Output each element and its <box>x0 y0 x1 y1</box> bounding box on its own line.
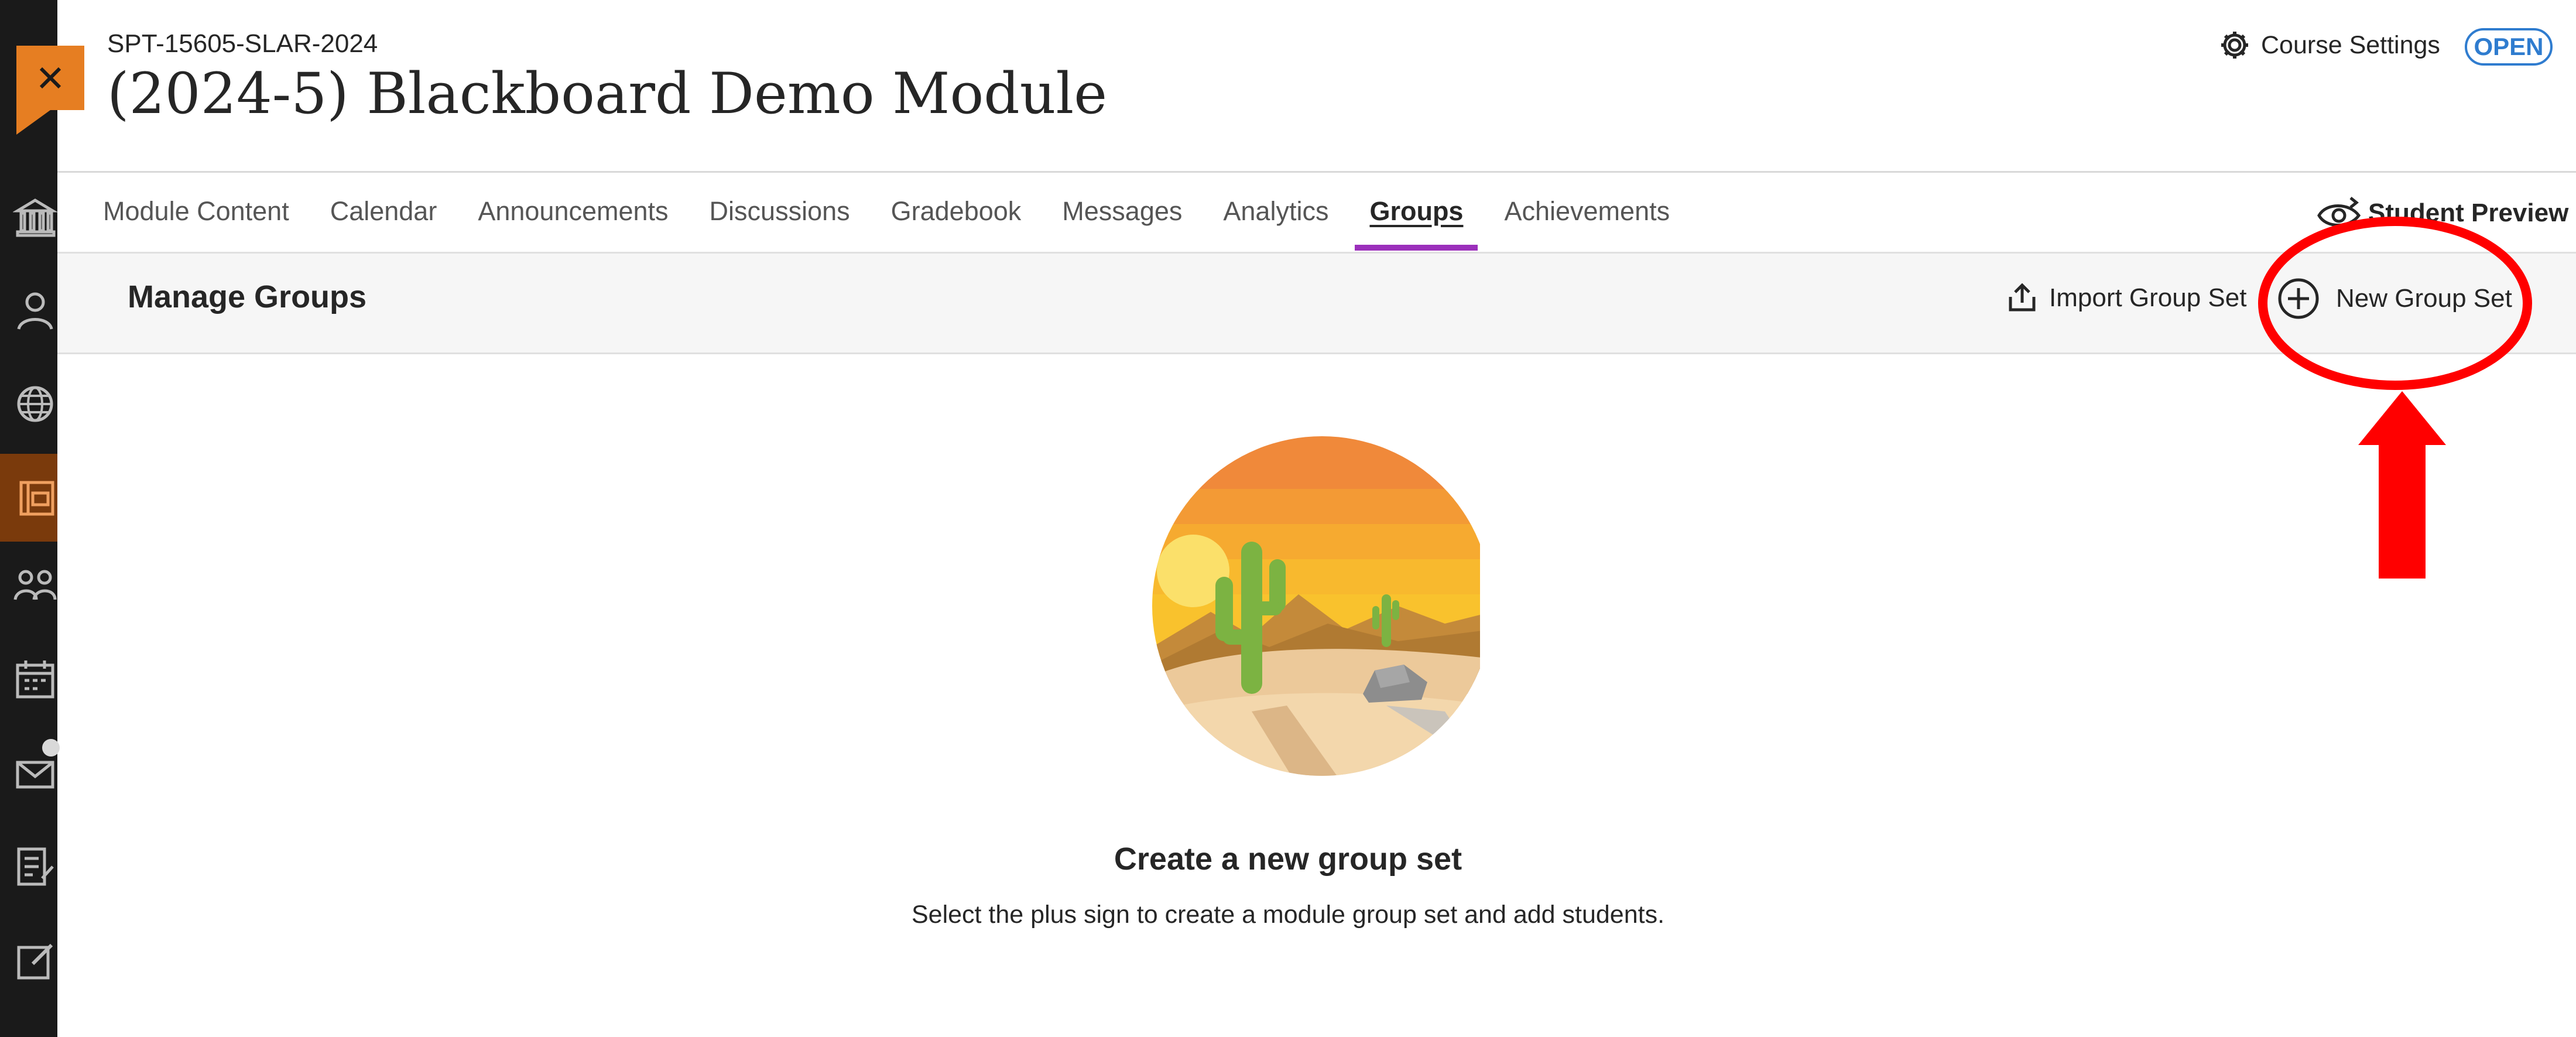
left-nav-rail <box>0 0 60 1037</box>
tab-discussions[interactable]: Discussions <box>689 192 871 251</box>
manage-groups-title: Manage Groups <box>128 279 367 314</box>
tab-announcements[interactable]: Announcements <box>457 192 688 251</box>
upload-icon <box>2009 283 2036 312</box>
tab-gradebook[interactable]: Gradebook <box>871 192 1042 251</box>
course-settings-label: Course Settings <box>2261 30 2440 59</box>
course-tabs: Module Content Calendar Announcements Di… <box>103 192 1690 251</box>
edit-icon[interactable] <box>13 937 57 984</box>
annotation-arrow <box>2358 391 2446 579</box>
messages-icon[interactable] <box>13 749 57 796</box>
tab-calendar[interactable]: Calendar <box>310 192 458 251</box>
course-code: SPT-15605-SLAR-2024 <box>107 29 378 58</box>
tab-groups[interactable]: Groups <box>1349 192 1484 251</box>
groups-icon[interactable] <box>13 562 57 609</box>
empty-state-description: Select the plus sign to create a module … <box>911 901 1665 929</box>
globe-icon[interactable] <box>13 381 57 427</box>
tab-analytics[interactable]: Analytics <box>1203 192 1349 251</box>
highlight-ellipse <box>2258 217 2532 390</box>
import-group-set-label: Import Group Set <box>2049 283 2247 312</box>
close-course-button[interactable] <box>16 46 84 135</box>
empty-state-illustration <box>1152 436 1480 776</box>
profile-icon[interactable] <box>13 287 57 334</box>
institution-icon[interactable] <box>12 193 59 240</box>
course-settings-button[interactable]: Course Settings <box>2219 29 2440 61</box>
course-title: (2024-5) Blackboard Demo Module <box>107 61 1108 126</box>
calendar-icon[interactable] <box>13 656 57 703</box>
empty-state-title: Create a new group set <box>1114 841 1462 877</box>
gear-icon <box>2221 32 2248 59</box>
import-group-set-button[interactable]: Import Group Set <box>2007 283 2246 313</box>
tab-achievements[interactable]: Achievements <box>1484 192 1690 251</box>
messages-badge <box>42 739 60 757</box>
close-icon <box>39 67 61 89</box>
courses-icon[interactable] <box>13 474 57 521</box>
tab-module-content[interactable]: Module Content <box>103 192 310 251</box>
course-status-badge[interactable]: OPEN <box>2465 28 2553 66</box>
tab-messages[interactable]: Messages <box>1042 192 1203 251</box>
header-divider <box>57 171 2576 173</box>
